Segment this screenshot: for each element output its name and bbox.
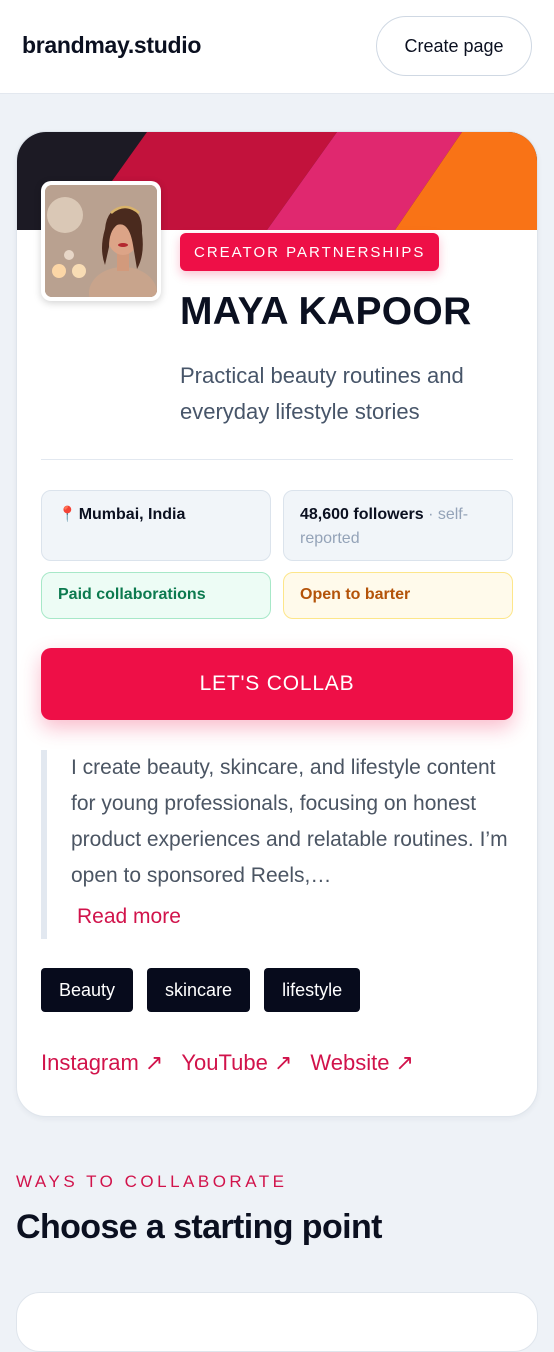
followers-count: 48,600 followers [300,506,424,523]
open-to-barter-chip: Open to barter [283,572,513,619]
creator-partnerships-badge: CREATOR PARTNERSHIPS [180,233,440,271]
location-chip: 📍 Mumbai, India [41,490,271,561]
bio-quote: I create beauty, skincare, and lifestyle… [41,750,513,939]
youtube-link[interactable]: YouTube ↗ [181,1050,292,1076]
lets-collab-button[interactable]: LET'S COLLAB [41,648,513,720]
bio-text: I create beauty, skincare, and lifestyle… [71,756,508,887]
avatar [41,181,161,301]
website-link[interactable]: Website ↗ [310,1050,414,1076]
section-title: Choose a starting point [16,1208,382,1246]
collaboration-option-card[interactable] [16,1292,538,1352]
paid-collaborations-chip: Paid collaborations [41,572,271,619]
brand-logo[interactable]: brandmay.studio [22,32,201,59]
creator-tagline: Practical beauty routines and everyday l… [180,363,464,424]
map-pin-icon: 📍 [58,506,77,523]
tag-list: Beauty skincare lifestyle [41,968,361,1012]
instagram-link[interactable]: Instagram ↗ [41,1050,163,1076]
read-more-link[interactable]: Read more [77,905,181,929]
creator-name: MAYA KAPOOR [180,290,472,333]
followers-chip: 48,600 followers · self-reported [283,490,513,561]
location-text: Mumbai, India [78,506,186,523]
divider [41,459,513,460]
create-page-button[interactable]: Create page [376,16,532,76]
profile-card: CREATOR PARTNERSHIPS MAYA KAPOOR Practic… [16,131,538,1117]
tag-beauty[interactable]: Beauty [41,968,134,1012]
avatar-photo [45,185,157,297]
social-links: Instagram ↗ YouTube ↗ Website ↗ [41,1050,414,1076]
tag-skincare[interactable]: skincare [147,968,251,1012]
section-kicker: WAYS TO COLLABORATE [16,1172,288,1191]
top-bar: brandmay.studio Create page [0,0,554,94]
tag-lifestyle[interactable]: lifestyle [264,968,361,1012]
